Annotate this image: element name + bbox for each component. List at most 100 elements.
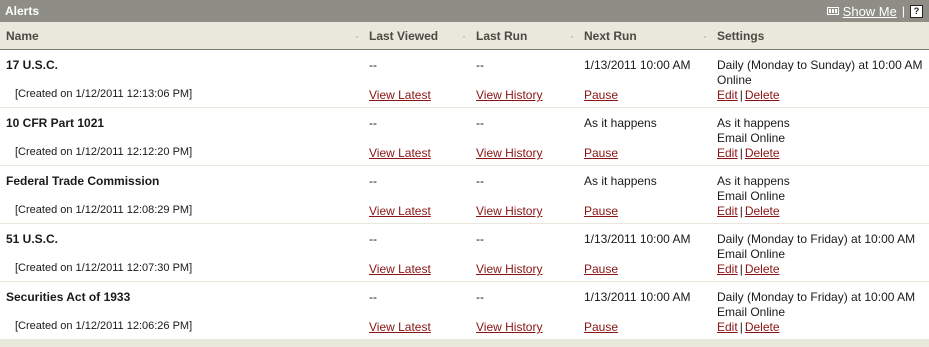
link-separator: |: [739, 262, 743, 276]
edit-link[interactable]: Edit: [717, 146, 738, 160]
pause-link[interactable]: Pause: [584, 320, 618, 334]
alert-created-date: [Created on 1/12/2011 12:06:26 PM]: [15, 320, 193, 332]
alert-created-date: [Created on 1/12/2011 12:07:30 PM]: [15, 262, 193, 274]
alerts-list: 17 U.S.C. [Created on 1/12/2011 12:13:06…: [0, 50, 929, 344]
pause-link[interactable]: Pause: [584, 262, 618, 276]
view-latest-link[interactable]: View Latest: [369, 262, 431, 276]
last-viewed-value: --: [369, 174, 377, 188]
next-run-value: 1/13/2011 10:00 AM: [584, 232, 691, 246]
settings-delivery: Email Online: [717, 305, 786, 319]
cell-last-run: -- View History: [470, 282, 578, 339]
settings-actions: Edit | Delete: [717, 204, 780, 218]
delete-link[interactable]: Delete: [745, 88, 780, 102]
cell-last-viewed: -- View Latest: [363, 166, 470, 223]
settings-schedule: Daily (Monday to Friday) at 10:00 AM: [717, 232, 916, 246]
settings-schedule: Daily (Monday to Friday) at 10:00 AM: [717, 290, 916, 304]
alert-created-date: [Created on 1/12/2011 12:12:20 PM]: [15, 146, 193, 158]
view-history-link[interactable]: View History: [476, 262, 542, 276]
edit-link[interactable]: Edit: [717, 204, 738, 218]
cell-name: 10 CFR Part 1021 [Created on 1/12/2011 1…: [0, 108, 363, 165]
cell-settings: As it happens Email Online Edit | Delete: [711, 108, 929, 165]
last-run-value: --: [476, 174, 484, 188]
cell-last-viewed: -- View Latest: [363, 282, 470, 339]
alert-created-date: [Created on 1/12/2011 12:13:06 PM]: [15, 88, 193, 100]
cell-next-run: 1/13/2011 10:00 AM Pause: [578, 282, 711, 339]
link-separator: |: [739, 320, 743, 334]
last-run-value: --: [476, 58, 484, 72]
cell-last-run: -- View History: [470, 50, 578, 107]
cell-next-run: As it happens Pause: [578, 108, 711, 165]
help-icon[interactable]: ?: [910, 4, 923, 18]
alert-name: 10 CFR Part 1021: [6, 116, 105, 130]
next-run-value: As it happens: [584, 174, 657, 188]
view-latest-link[interactable]: View Latest: [369, 204, 431, 218]
show-me-link[interactable]: Show Me: [843, 4, 897, 19]
settings-delivery: Email Online: [717, 247, 786, 261]
delete-link[interactable]: Delete: [745, 262, 780, 276]
cell-settings: Daily (Monday to Friday) at 10:00 AM Ema…: [711, 224, 929, 281]
cell-next-run: 1/13/2011 10:00 AM Pause: [578, 224, 711, 281]
col-header-last-run[interactable]: Last Run: [462, 29, 578, 43]
link-separator: |: [739, 146, 743, 160]
cell-settings: Daily (Monday to Friday) at 10:00 AM Ema…: [711, 282, 929, 339]
last-viewed-value: --: [369, 232, 377, 246]
pause-link[interactable]: Pause: [584, 88, 618, 102]
settings-delivery: Email Online: [717, 131, 786, 145]
delete-link[interactable]: Delete: [745, 146, 780, 160]
col-header-next-run[interactable]: Next Run: [570, 29, 711, 43]
view-latest-link[interactable]: View Latest: [369, 146, 431, 160]
settings-actions: Edit | Delete: [717, 320, 780, 334]
settings-schedule: Daily (Monday to Sunday) at 10:00 AM: [717, 58, 923, 72]
view-latest-link[interactable]: View Latest: [369, 320, 431, 334]
table-row: 10 CFR Part 1021 [Created on 1/12/2011 1…: [0, 108, 929, 165]
titlebar-actions: Show Me | ?: [826, 4, 923, 19]
table-row: 51 U.S.C. [Created on 1/12/2011 12:07:30…: [0, 224, 929, 281]
next-run-value: 1/13/2011 10:00 AM: [584, 58, 691, 72]
settings-schedule: As it happens: [717, 116, 790, 130]
cell-last-viewed: -- View Latest: [363, 50, 470, 107]
last-run-value: --: [476, 116, 484, 130]
edit-link[interactable]: Edit: [717, 320, 738, 334]
last-run-value: --: [476, 290, 484, 304]
pause-link[interactable]: Pause: [584, 146, 618, 160]
cell-last-viewed: -- View Latest: [363, 224, 470, 281]
last-run-value: --: [476, 232, 484, 246]
link-separator: |: [739, 88, 743, 102]
header-separator: |: [901, 4, 905, 18]
view-latest-link[interactable]: View Latest: [369, 88, 431, 102]
col-header-last-viewed[interactable]: Last Viewed: [355, 29, 470, 43]
last-viewed-value: --: [369, 58, 377, 72]
edit-link[interactable]: Edit: [717, 262, 738, 276]
last-viewed-value: --: [369, 116, 377, 130]
col-header-name[interactable]: Name: [0, 29, 363, 43]
col-header-settings[interactable]: Settings: [703, 29, 929, 43]
pause-link[interactable]: Pause: [584, 204, 618, 218]
panel-title: Alerts: [5, 4, 40, 18]
alerts-panel: Alerts Show Me | ? Name Last Viewed Last…: [0, 0, 929, 347]
edit-link[interactable]: Edit: [717, 88, 738, 102]
next-run-value: 1/13/2011 10:00 AM: [584, 290, 691, 304]
film-icon[interactable]: [826, 6, 839, 16]
cell-name: Federal Trade Commission [Created on 1/1…: [0, 166, 363, 223]
alert-name: 17 U.S.C.: [6, 58, 59, 72]
cell-last-run: -- View History: [470, 108, 578, 165]
view-history-link[interactable]: View History: [476, 320, 542, 334]
view-history-link[interactable]: View History: [476, 146, 542, 160]
link-separator: |: [739, 204, 743, 218]
settings-delivery: Online: [717, 73, 752, 87]
settings-actions: Edit | Delete: [717, 146, 780, 160]
table-row: Securities Act of 1933 [Created on 1/12/…: [0, 282, 929, 339]
alert-name: Securities Act of 1933: [6, 290, 131, 304]
view-history-link[interactable]: View History: [476, 88, 542, 102]
cell-name: 17 U.S.C. [Created on 1/12/2011 12:13:06…: [0, 50, 363, 107]
last-viewed-value: --: [369, 290, 377, 304]
view-history-link[interactable]: View History: [476, 204, 542, 218]
delete-link[interactable]: Delete: [745, 204, 780, 218]
delete-link[interactable]: Delete: [745, 320, 780, 334]
cell-name: Securities Act of 1933 [Created on 1/12/…: [0, 282, 363, 339]
cell-settings: Daily (Monday to Sunday) at 10:00 AM Onl…: [711, 50, 929, 107]
settings-actions: Edit | Delete: [717, 262, 780, 276]
cell-last-viewed: -- View Latest: [363, 108, 470, 165]
cell-next-run: As it happens Pause: [578, 166, 711, 223]
settings-schedule: As it happens: [717, 174, 790, 188]
